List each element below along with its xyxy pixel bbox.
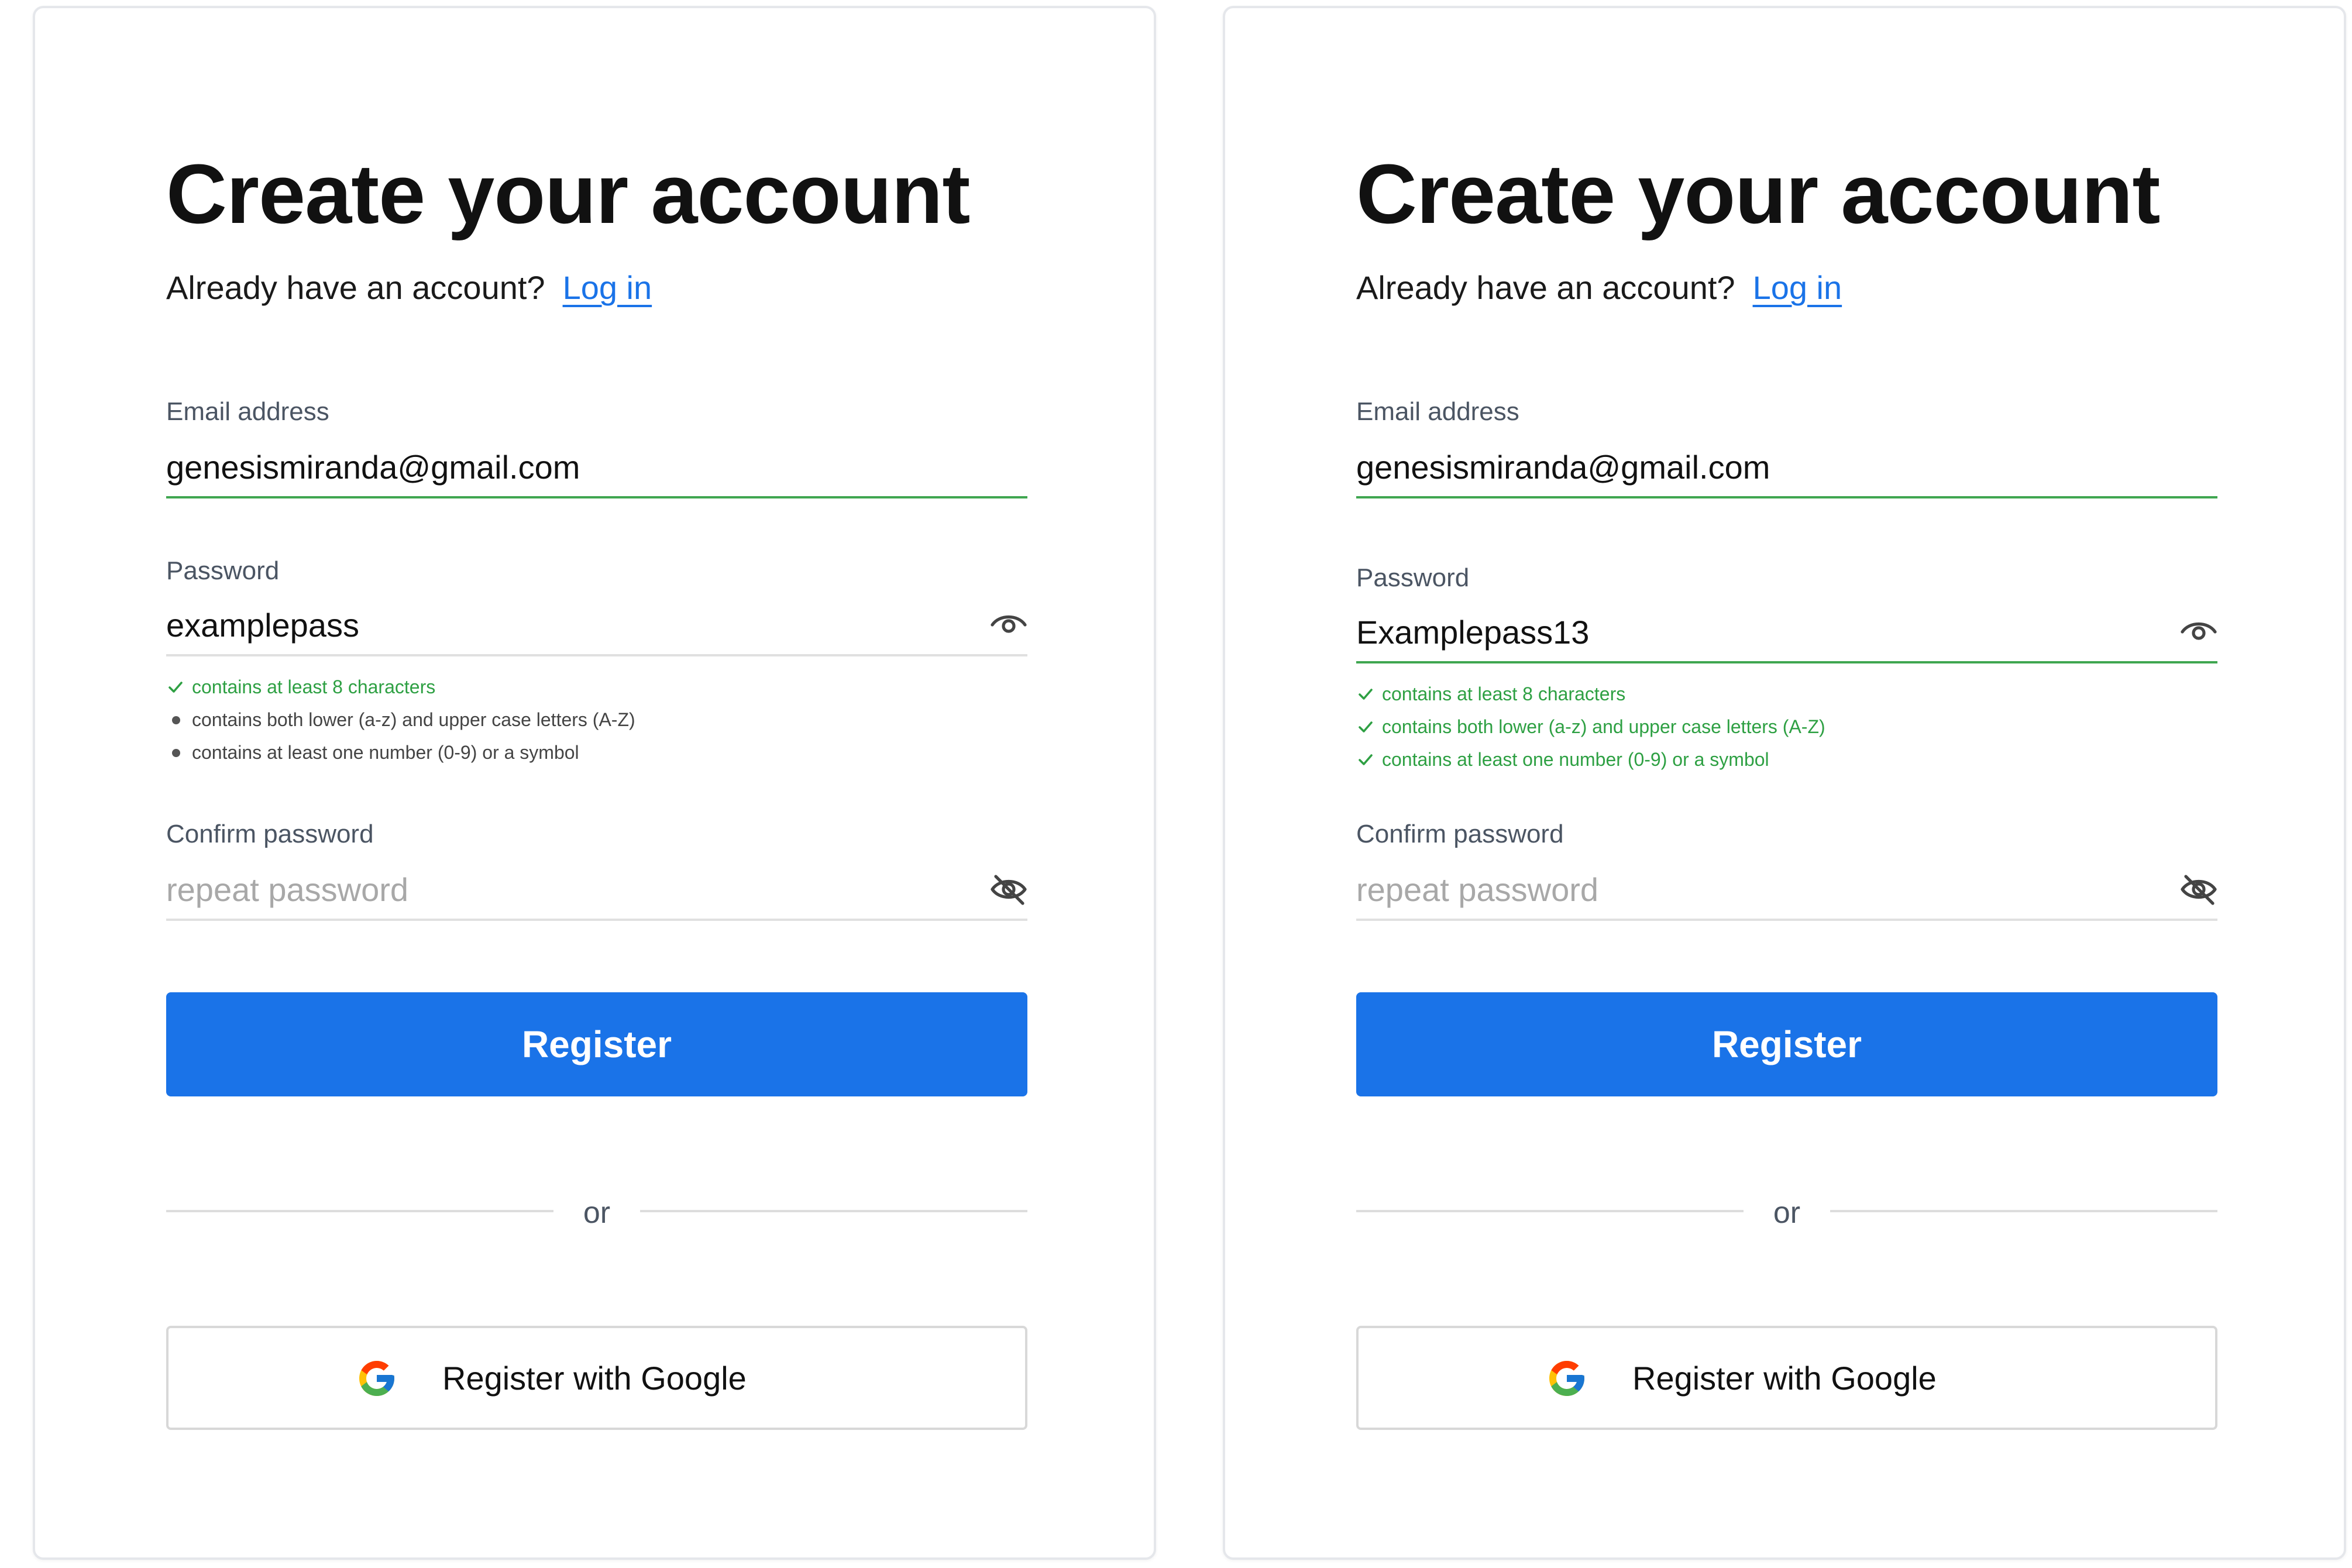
google-icon: [1546, 1357, 1588, 1399]
register-button[interactable]: Register: [166, 992, 1027, 1096]
eye-slash-icon[interactable]: [990, 873, 1027, 906]
confirm-password-label: Confirm password: [166, 820, 374, 848]
signup-card-right: Create your account Already have an acco…: [1223, 6, 2346, 1560]
confirm-password-field: [166, 862, 1027, 921]
rule-mixed-case: contains both lower (a-z) and upper case…: [1356, 710, 1825, 743]
signup-card-left: Create your account Already have an acco…: [33, 6, 1156, 1560]
eye-icon[interactable]: [990, 608, 1027, 641]
rule-text: contains at least one number (0-9) or a …: [1382, 749, 1769, 770]
divider-line: [166, 1210, 553, 1212]
login-prompt-text: Already have an account?: [166, 269, 545, 306]
divider-line: [1356, 1210, 1744, 1212]
password-input[interactable]: [166, 598, 950, 652]
confirm-password-input[interactable]: [166, 862, 950, 916]
email-label: Email address: [1356, 397, 1519, 426]
register-with-google-button[interactable]: Register with Google: [166, 1326, 1027, 1430]
email-field: [166, 440, 1027, 498]
confirm-password-label: Confirm password: [1356, 820, 1564, 848]
login-prompt-row: Already have an account? Log in: [1356, 264, 1842, 311]
rule-min-length: contains at least 8 characters: [1356, 678, 1825, 710]
register-with-google-button[interactable]: Register with Google: [1356, 1326, 2217, 1430]
register-button[interactable]: Register: [1356, 992, 2217, 1096]
divider-or: or: [583, 1196, 611, 1230]
check-icon: [1357, 710, 1376, 743]
login-link[interactable]: Log in: [1753, 269, 1842, 306]
confirm-password-input[interactable]: [1356, 862, 2140, 916]
google-icon: [356, 1357, 398, 1399]
login-prompt-text: Already have an account?: [1356, 269, 1735, 306]
password-rules: contains at least 8 characters contains …: [166, 670, 635, 769]
page-title: Create your account: [1356, 147, 2160, 241]
page-title: Create your account: [166, 147, 970, 241]
login-link[interactable]: Log in: [563, 269, 652, 306]
password-field: [166, 598, 1027, 656]
password-field: [1356, 605, 2217, 663]
divider-or: or: [1773, 1196, 1801, 1230]
rule-text: contains at least one number (0-9) or a …: [192, 742, 579, 763]
divider-line: [1830, 1210, 2217, 1212]
password-rules: contains at least 8 characters contains …: [1356, 678, 1825, 776]
check-icon: [1357, 743, 1376, 776]
rule-number-or-symbol: contains at least one number (0-9) or a …: [1356, 743, 1825, 776]
bullet-icon: [167, 736, 186, 769]
confirm-password-field: [1356, 862, 2217, 921]
rule-mixed-case: contains both lower (a-z) and upper case…: [166, 703, 635, 736]
email-input[interactable]: [166, 440, 950, 494]
rule-min-length: contains at least 8 characters: [166, 670, 635, 703]
eye-slash-icon[interactable]: [2180, 873, 2217, 906]
password-label: Password: [166, 556, 280, 585]
eye-icon[interactable]: [2180, 615, 2217, 648]
register-with-google-label: Register with Google: [1632, 1360, 1937, 1397]
rule-text: contains both lower (a-z) and upper case…: [1382, 716, 1825, 737]
rule-text: contains at least 8 characters: [1382, 683, 1626, 704]
email-input[interactable]: [1356, 440, 2140, 494]
check-icon: [167, 670, 186, 703]
register-with-google-label: Register with Google: [442, 1360, 747, 1397]
password-input[interactable]: [1356, 605, 2140, 659]
divider-line: [640, 1210, 1027, 1212]
rule-text: contains both lower (a-z) and upper case…: [192, 709, 635, 730]
check-icon: [1357, 678, 1376, 710]
email-field: [1356, 440, 2217, 498]
rule-text: contains at least 8 characters: [192, 676, 436, 697]
password-label: Password: [1356, 563, 1470, 592]
rule-number-or-symbol: contains at least one number (0-9) or a …: [166, 736, 635, 769]
email-label: Email address: [166, 397, 329, 426]
bullet-icon: [167, 703, 186, 736]
login-prompt-row: Already have an account? Log in: [166, 264, 652, 311]
